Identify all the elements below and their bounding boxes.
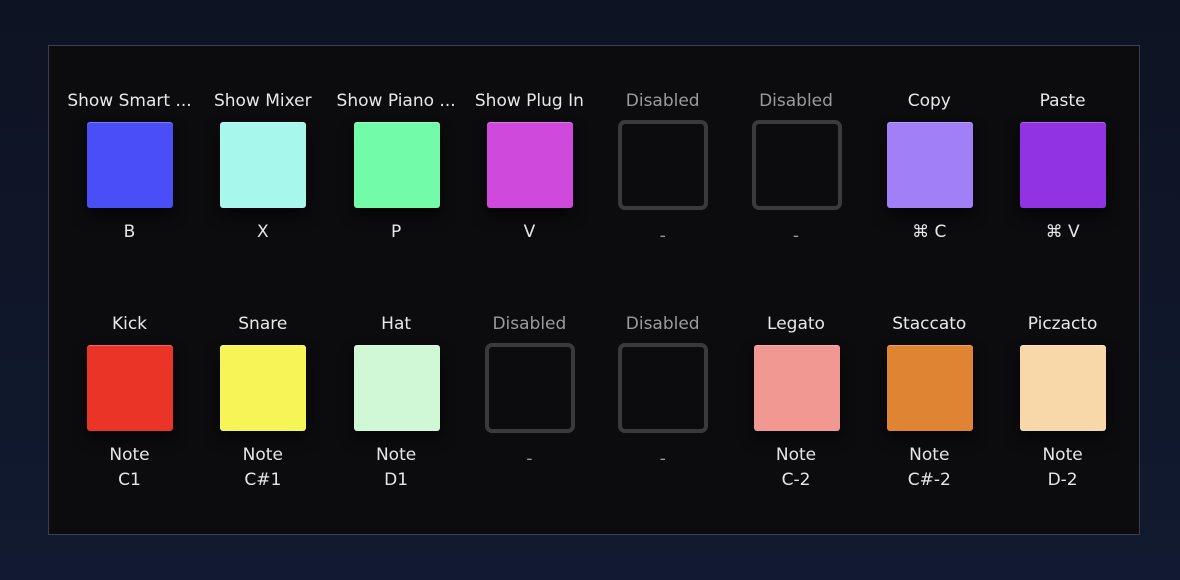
pad-label: Staccato: [892, 314, 967, 334]
pad-mapping: ⌘ C: [912, 222, 947, 242]
disabled-pad: [484, 343, 575, 433]
pad-mapping: Note C#-2: [907, 445, 951, 490]
pad-label: Disabled: [625, 314, 700, 334]
pad-mapping: Note C1: [109, 445, 150, 490]
pad-label: Legato: [767, 314, 825, 334]
pad-button[interactable]: [353, 122, 440, 208]
pad-label: Disabled: [759, 91, 833, 111]
pad-label: Show Smart ...: [67, 91, 192, 111]
pad-label: Paste: [1039, 91, 1086, 111]
disabled-pad: [618, 343, 709, 433]
pad-label: Piczacto: [1027, 314, 1098, 334]
pad-label: Kick: [111, 314, 148, 334]
pad-button[interactable]: [220, 122, 307, 208]
pad-mapping: Note D1: [375, 445, 417, 490]
pad-button[interactable]: [1020, 122, 1107, 208]
pad-label: Snare: [238, 314, 288, 334]
pad-button[interactable]: [886, 122, 973, 208]
pad-button[interactable]: [353, 345, 440, 431]
pad-mapping: X: [256, 222, 269, 242]
disabled-pad: [751, 120, 842, 210]
pad-button[interactable]: [220, 345, 307, 431]
pad-mapping: Note C#1: [242, 445, 283, 490]
disabled-pad: [618, 120, 709, 210]
pad-button[interactable]: [753, 345, 840, 431]
pad-mapping: ⌘ V: [1045, 222, 1080, 242]
pad-button[interactable]: [886, 345, 973, 431]
pad-button[interactable]: [87, 345, 173, 431]
pad-mapping: Note C-2: [775, 445, 817, 490]
pad-label: Disabled: [492, 314, 567, 334]
pad-label: Hat: [381, 314, 412, 334]
pad-mapping: B: [123, 222, 136, 242]
pad-mapping: -: [659, 449, 666, 469]
pad-label: Show Plug In: [474, 91, 584, 111]
pad-mapping: V: [523, 222, 536, 242]
pad-grid-panel: Show Smart ... B Show Mixer X Show Piano ...…: [48, 45, 1140, 535]
pad-mapping: -: [792, 226, 800, 246]
pad-mapping: -: [526, 449, 533, 469]
pad-label: Disabled: [625, 91, 700, 111]
pad-mapping: Note D-2: [1042, 445, 1083, 490]
pad-button[interactable]: [486, 122, 573, 208]
pad-mapping: -: [659, 226, 666, 246]
pad-label: Show Mixer: [213, 91, 312, 111]
pad-button[interactable]: [1020, 345, 1107, 431]
pad-button[interactable]: [87, 122, 173, 208]
pad-mapping: P: [390, 222, 402, 242]
pad-label: Show Piano ...: [336, 91, 456, 111]
pad-label: Copy: [907, 91, 951, 111]
